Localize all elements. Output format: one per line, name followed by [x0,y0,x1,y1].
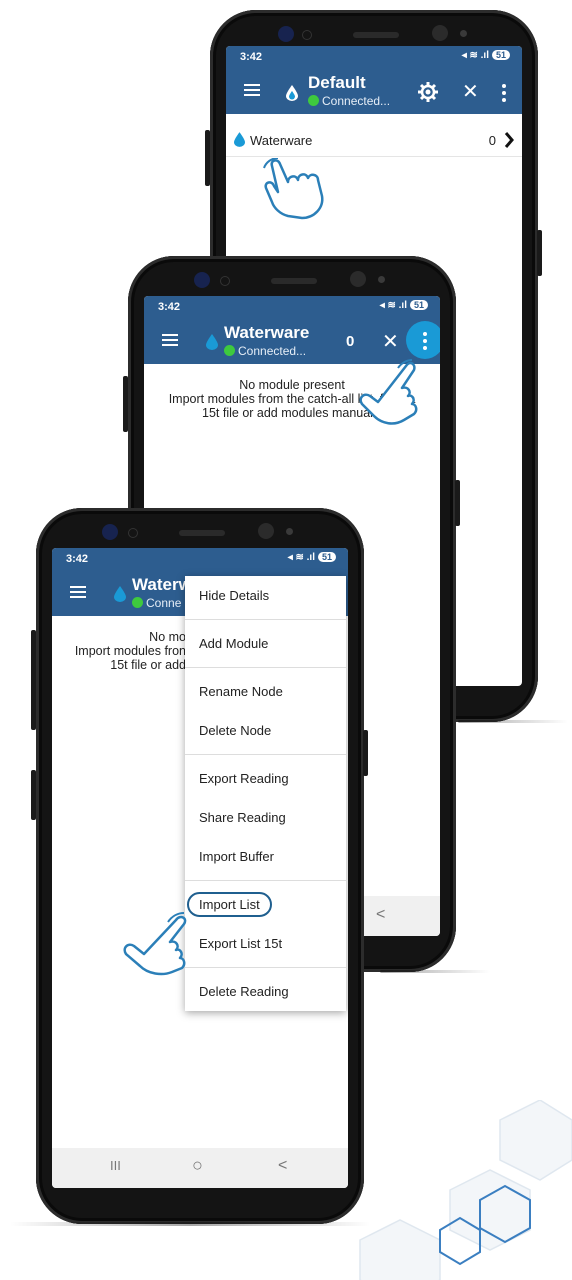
status-bar: 3:42 ◂ ≋ .ıl 51 [144,296,440,318]
battery-badge: 51 [491,50,510,60]
more-vert-icon [423,332,427,353]
overflow-menu: Hide Details Add Module Rename Node Dele… [185,576,346,1011]
water-drop-icon [286,85,298,101]
menu-divider [185,967,346,968]
tap-hand-icon [123,912,187,976]
empty-line-3: 15t file or add [110,658,186,672]
connected-dot [224,345,235,356]
menu-item-delete-reading[interactable]: Delete Reading [185,972,346,1011]
water-drop-icon [234,132,245,147]
chevron-right-icon [504,132,514,148]
battery-badge: 51 [409,300,428,310]
status-icons: ◂ ≋ .ıl 51 [288,552,336,563]
menu-icon[interactable] [244,84,260,96]
status-time: 3:42 [240,51,263,63]
tap-hand-icon [359,359,418,425]
module-count: 0 [346,333,355,350]
menu-item-add-module[interactable]: Add Module [185,624,346,663]
menu-item-rename-node[interactable]: Rename Node [185,672,346,711]
connected-dot [308,95,319,106]
menu-divider [185,754,346,755]
menu-item-hide-details[interactable]: Hide Details [185,576,346,615]
status-icons: ◂ ≋ .ıl 51 [462,50,510,61]
back-nav-button[interactable]: < [376,906,385,924]
recent-apps-button[interactable]: III [110,1158,121,1173]
empty-line-1: No mo [149,630,186,644]
connection-status: Connected... [224,344,306,358]
menu-divider [185,880,346,881]
settings-gear-icon[interactable] [418,82,438,102]
water-drop-icon [114,586,126,602]
connection-status-label: Connected... [322,94,391,108]
more-vert-icon[interactable] [502,84,506,105]
menu-item-import-list[interactable]: Import List [185,885,346,924]
empty-state-message: No mo Import modules fron 15t file or ad… [52,630,186,672]
menu-item-import-buffer[interactable]: Import Buffer [185,837,346,876]
back-nav-button[interactable]: < [278,1157,287,1175]
menu-divider [185,667,346,668]
page-title: Default [308,73,366,92]
status-time: 3:42 [158,301,181,313]
connection-status: Conne [132,596,181,610]
menu-icon[interactable] [162,334,178,346]
connection-status-label: Conne [146,596,182,610]
water-drop-icon [206,334,218,350]
more-options-button[interactable] [406,321,440,359]
nav-bar: III ○ < [52,1148,348,1188]
tap-hand-icon [263,158,324,220]
menu-icon[interactable] [70,586,86,598]
connection-status-label: Connected... [238,344,307,358]
status-bar: 3:42 ◂ ≋ .ıl 51 [226,46,522,68]
status-bar: 3:42 ◂ ≋ .ıl 51 [52,548,348,570]
phone-3-screen: 3:42 ◂ ≋ .ıl 51 Waterw Conne No mo Import… [52,548,348,1188]
app-bar: Default Connected... ✕ [226,68,522,114]
close-icon[interactable]: ✕ [462,79,479,104]
list-item-label: Waterware [250,133,313,148]
menu-item-import-list-label: Import List [187,892,272,917]
menu-item-delete-node[interactable]: Delete Node [185,711,346,750]
home-button[interactable]: ○ [192,1155,203,1176]
empty-line-2: Import modules fron [74,644,186,658]
phone-shadow [10,1222,370,1226]
page-title: Waterware [224,323,310,342]
menu-item-export-list-15t[interactable]: Export List 15t [185,924,346,963]
close-icon[interactable]: ✕ [382,329,399,354]
menu-item-share-reading[interactable]: Share Reading [185,798,346,837]
list-item-waterware[interactable]: Waterware 0 [226,126,522,157]
list-item-count: 0 [488,133,496,148]
connection-status: Connected... [308,94,390,108]
phone-shadow [458,720,568,723]
status-icons: ◂ ≋ .ıl 51 [380,300,428,311]
phone-shadow [380,970,490,973]
battery-badge: 51 [317,552,336,562]
status-time: 3:42 [66,553,89,565]
menu-divider [185,619,346,620]
phone-3: 3:42 ◂ ≋ .ıl 51 Waterw Conne No mo Import… [36,508,364,1224]
connected-dot [132,597,143,608]
page-title: Waterw [132,575,192,594]
menu-item-export-reading[interactable]: Export Reading [185,759,346,798]
